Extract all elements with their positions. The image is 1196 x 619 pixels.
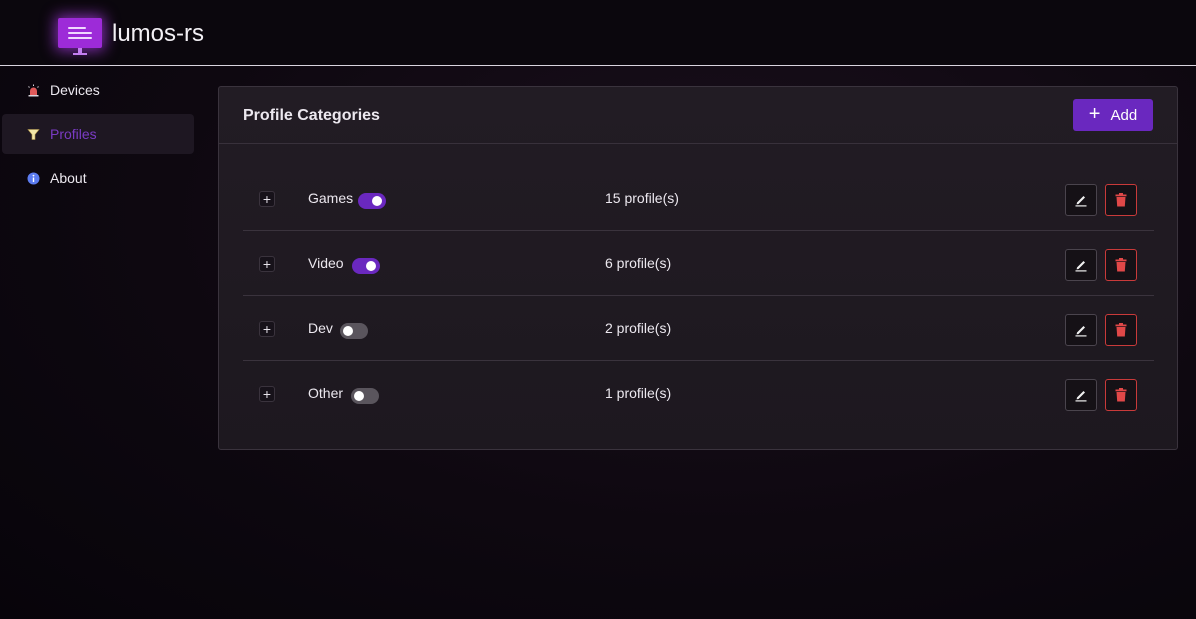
sidebar-item-label: Profiles bbox=[50, 126, 97, 142]
sidebar-item-label: About bbox=[50, 170, 87, 186]
app-title: lumos-rs bbox=[112, 20, 205, 47]
profile-count: 15 profile(s) bbox=[605, 190, 679, 206]
expand-icon[interactable]: + bbox=[259, 256, 275, 272]
edit-button[interactable] bbox=[1065, 314, 1097, 346]
category-name: Video bbox=[308, 255, 344, 271]
app-logo-icon bbox=[58, 18, 102, 55]
card-title: Profile Categories bbox=[243, 107, 380, 124]
expand-icon[interactable]: + bbox=[259, 386, 275, 402]
category-toggle[interactable] bbox=[351, 388, 379, 404]
profile-count: 2 profile(s) bbox=[605, 320, 672, 336]
delete-button[interactable] bbox=[1105, 379, 1137, 411]
edit-button[interactable] bbox=[1065, 184, 1097, 216]
category-row: + Video 6 profile(s) bbox=[243, 231, 1154, 296]
sidebar-item-devices[interactable]: Devices bbox=[2, 70, 194, 110]
trash-icon bbox=[1115, 388, 1127, 402]
trash-icon bbox=[1115, 323, 1127, 337]
expand-icon[interactable]: + bbox=[259, 191, 275, 207]
filter-icon bbox=[26, 127, 40, 141]
category-row: + Dev 2 profile(s) bbox=[243, 296, 1154, 361]
delete-button[interactable] bbox=[1105, 184, 1137, 216]
edit-button[interactable] bbox=[1065, 249, 1097, 281]
trash-icon bbox=[1115, 258, 1127, 272]
pencil-icon bbox=[1075, 261, 1087, 272]
delete-button[interactable] bbox=[1105, 314, 1137, 346]
info-icon bbox=[26, 171, 40, 185]
alarm-icon bbox=[26, 83, 40, 97]
delete-button[interactable] bbox=[1105, 249, 1137, 281]
category-toggle[interactable] bbox=[358, 193, 386, 209]
category-name: Dev bbox=[308, 320, 333, 336]
edit-button[interactable] bbox=[1065, 379, 1097, 411]
add-category-button[interactable]: + Add bbox=[1073, 99, 1153, 131]
card-header: Profile Categories + Add bbox=[219, 87, 1177, 144]
category-toggle[interactable] bbox=[340, 323, 368, 339]
profile-count: 1 profile(s) bbox=[605, 385, 672, 401]
expand-icon[interactable]: + bbox=[259, 321, 275, 337]
sidebar-item-profiles[interactable]: Profiles bbox=[2, 114, 194, 154]
sidebar-item-label: Devices bbox=[50, 82, 100, 98]
pencil-icon bbox=[1075, 196, 1087, 207]
top-bar: lumos-rs bbox=[0, 0, 1196, 66]
profile-categories-card: Profile Categories + Add + Games 15 prof… bbox=[218, 86, 1178, 450]
pencil-icon bbox=[1075, 391, 1087, 402]
profile-count: 6 profile(s) bbox=[605, 255, 672, 271]
category-name: Other bbox=[308, 385, 344, 401]
add-button-label: Add bbox=[1110, 106, 1138, 124]
category-toggle[interactable] bbox=[352, 258, 380, 274]
category-row: + Games 15 profile(s) bbox=[243, 166, 1154, 231]
category-row: + Other 1 profile(s) bbox=[243, 361, 1154, 426]
sidebar-item-about[interactable]: About bbox=[2, 158, 194, 198]
trash-icon bbox=[1115, 193, 1127, 207]
pencil-icon bbox=[1075, 326, 1087, 337]
category-name: Games bbox=[308, 190, 354, 206]
plus-icon: + bbox=[1088, 103, 1101, 125]
